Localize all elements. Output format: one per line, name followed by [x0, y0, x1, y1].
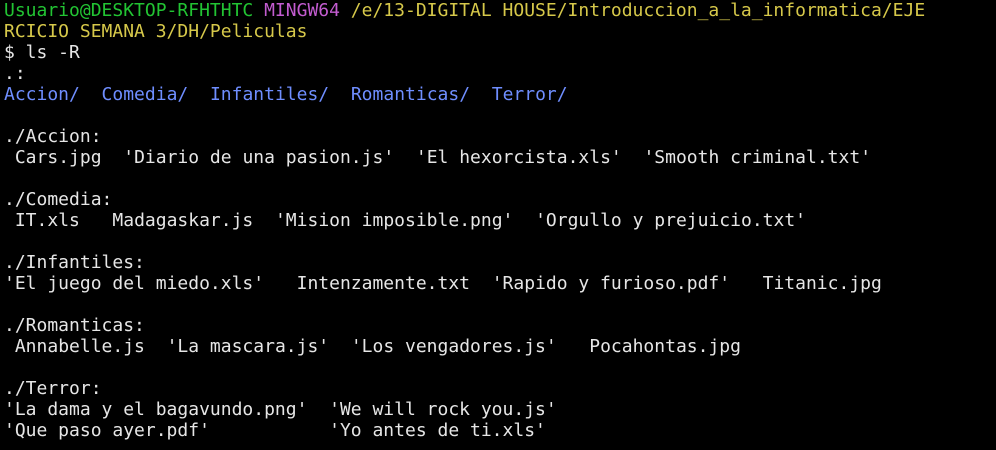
file-entry: Titanic.jpg [762, 273, 882, 294]
file-entry: 'El juego del miedo.xls' [4, 273, 265, 294]
prompt-env: MINGW64 [264, 0, 340, 21]
file-entry: 'Orgullo y prejuicio.txt' [535, 210, 807, 231]
file-entry: Cars.jpg [14, 147, 102, 168]
file-list-terror-row-2: 'Que paso ayer.pdf' 'Yo antes de ti.xls' [4, 420, 996, 441]
prompt-path-part-2: RCICIO SEMANA 3/DH/Peliculas [4, 21, 308, 42]
file-list-accion: Cars.jpg 'Diario de una pasion.js' 'El h… [4, 147, 996, 168]
section-header-romanticas: ./Romanticas: [4, 315, 145, 336]
dir-entry-terror: Terror/ [491, 84, 568, 105]
file-entry: 'We will rock you.js' [329, 399, 557, 420]
dir-entry-romanticas: Romanticas/ [350, 84, 471, 105]
root-header: .: [4, 63, 26, 84]
file-entry: 'Diario de una pasion.js' [123, 147, 395, 168]
file-entry: 'El hexorcista.xls' [415, 147, 622, 168]
dir-entry-accion: Accion/ [4, 84, 80, 105]
dir-entry-comedia: Comedia/ [101, 84, 189, 105]
file-list-terror-row-1: 'La dama y el bagavundo.png' 'We will ro… [4, 399, 996, 420]
file-list-romanticas: Annabelle.js 'La mascara.js' 'Los vengad… [4, 336, 996, 357]
dir-entry-infantiles: Infantiles/ [209, 84, 330, 105]
prompt-path-part-1: /e/13-DIGITAL HOUSE/Introduccion_a_la_in… [350, 0, 926, 21]
file-entry: Intenzamente.txt [296, 273, 470, 294]
command-line: $ ls -R [4, 42, 80, 63]
prompt-line-1: Usuario@DESKTOP-RFHTHTC MINGW64 /e/13-DI… [4, 0, 996, 21]
file-entry: 'La mascara.js' [166, 336, 330, 357]
file-entry: 'Smooth criminal.txt' [643, 147, 872, 168]
file-entry: Annabelle.js [14, 336, 145, 357]
section-header-terror: ./Terror: [4, 378, 102, 399]
prompt-user-host: Usuario@DESKTOP-RFHTHTC [4, 0, 254, 21]
terminal-window[interactable]: Usuario@DESKTOP-RFHTHTC MINGW64 /e/13-DI… [0, 0, 996, 450]
file-list-infantiles: 'El juego del miedo.xls' Intenzamente.tx… [4, 273, 996, 294]
file-entry: 'Yo antes de ti.xls' [329, 420, 546, 441]
section-header-accion: ./Accion: [4, 126, 102, 147]
file-entry: Madagaskar.js [112, 210, 254, 231]
file-entry: 'Los vengadores.js' [350, 336, 557, 357]
section-header-comedia: ./Comedia: [4, 189, 113, 210]
file-entry: 'Rapido y furioso.pdf' [491, 273, 731, 294]
file-entry: 'Que paso ayer.pdf' [4, 420, 210, 441]
file-entry: IT.xls [14, 210, 80, 231]
file-entry: Pocahontas.jpg [589, 336, 741, 357]
file-entry: 'Mision imposible.png' [274, 210, 514, 231]
file-list-comedia: IT.xls Madagaskar.js 'Mision imposible.p… [4, 210, 996, 231]
prompt-line-2: RCICIO SEMANA 3/DH/Peliculas [4, 21, 996, 42]
section-header-infantiles: ./Infantiles: [4, 252, 145, 273]
root-directory-list: Accion/ Comedia/ Infantiles/ Romanticas/… [4, 84, 996, 105]
file-entry: 'La dama y el bagavundo.png' [4, 399, 308, 420]
